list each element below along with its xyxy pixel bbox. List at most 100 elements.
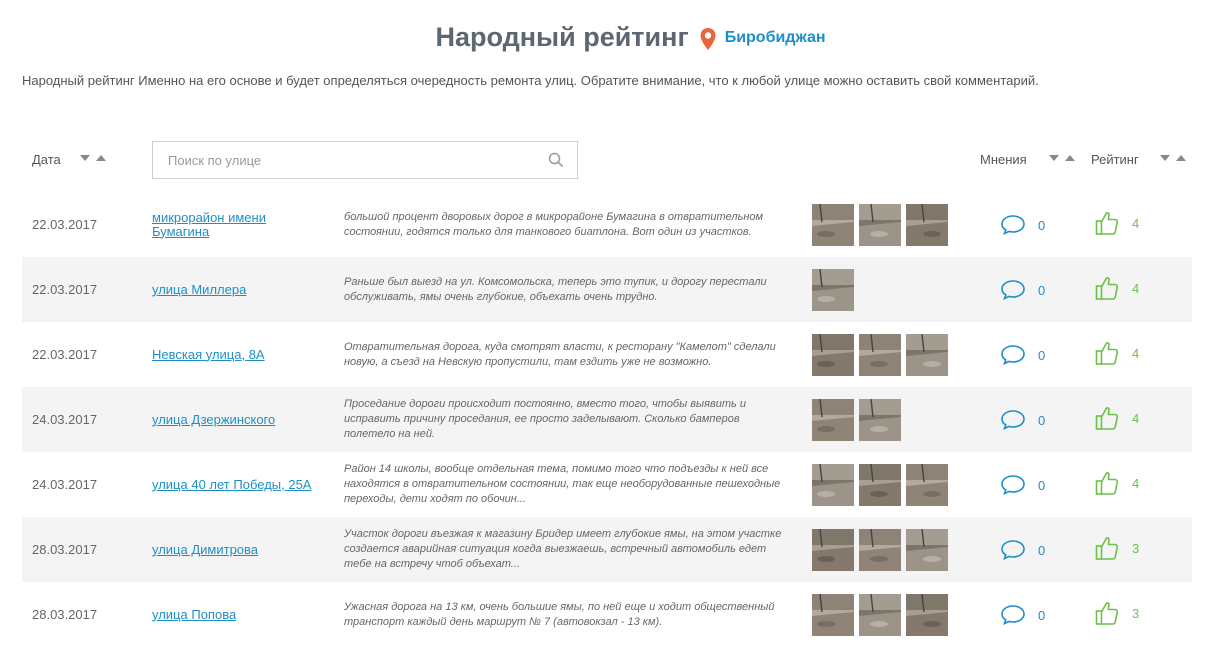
ratings-table: 22.03.2017 микрорайон имени Бумагина больш… bbox=[22, 192, 1192, 647]
rating-counter[interactable]: 3 bbox=[1095, 600, 1139, 626]
row-comment: Участок дороги въезжая к магазину Бридер… bbox=[344, 528, 782, 570]
rating-counter[interactable]: 4 bbox=[1095, 470, 1139, 496]
street-link[interactable]: Невская улица, 8А bbox=[152, 322, 322, 387]
rating-counter[interactable]: 4 bbox=[1095, 210, 1139, 236]
opinions-counter[interactable]: 0 bbox=[1000, 409, 1045, 431]
thumbs-up-icon[interactable] bbox=[1095, 470, 1119, 496]
row-comment: Район 14 школы, вообще отдельная тема, п… bbox=[344, 463, 781, 505]
page-header: Народный рейтинг Биробиджан bbox=[0, 22, 1225, 53]
road-photo-thumbnail[interactable] bbox=[859, 594, 901, 636]
thumbs-up-icon[interactable] bbox=[1095, 405, 1119, 431]
sort-desc-icon[interactable] bbox=[1049, 155, 1059, 161]
road-photo-thumbnail[interactable] bbox=[906, 464, 948, 506]
rating-count: 4 bbox=[1132, 280, 1140, 296]
road-photo-thumbnail[interactable] bbox=[812, 399, 854, 441]
rating-counter[interactable]: 4 bbox=[1095, 340, 1139, 366]
comment-bubble-icon bbox=[1001, 215, 1025, 235]
road-photo-thumbnail[interactable] bbox=[859, 464, 901, 506]
row-photos bbox=[812, 594, 948, 636]
opinions-count: 0 bbox=[1038, 412, 1046, 428]
date-sort-controls bbox=[80, 155, 106, 161]
sort-desc-icon[interactable] bbox=[80, 155, 90, 161]
row-photos bbox=[812, 464, 948, 506]
opinions-count: 0 bbox=[1038, 217, 1046, 233]
search-input[interactable] bbox=[153, 142, 548, 178]
rating-count: 4 bbox=[1132, 410, 1140, 426]
opinions-counter[interactable]: 0 bbox=[1000, 344, 1045, 366]
road-photo-thumbnail[interactable] bbox=[859, 399, 901, 441]
thumbs-up-icon[interactable] bbox=[1095, 535, 1119, 561]
road-photo-thumbnail[interactable] bbox=[812, 204, 854, 246]
opinions-count: 0 bbox=[1038, 607, 1046, 623]
rating-counter[interactable]: 3 bbox=[1095, 535, 1139, 561]
street-link[interactable]: улица 40 лет Победы, 25А bbox=[152, 452, 322, 517]
street-search bbox=[152, 141, 578, 179]
row-comment: Раньше был выезд на ул. Комсомольска, те… bbox=[344, 275, 767, 303]
road-photo-thumbnail[interactable] bbox=[906, 334, 948, 376]
row-date: 24.03.2017 bbox=[32, 412, 98, 427]
road-photo-thumbnail[interactable] bbox=[812, 464, 854, 506]
road-photo-thumbnail[interactable] bbox=[906, 594, 948, 636]
sort-desc-icon[interactable] bbox=[1160, 155, 1170, 161]
row-photos bbox=[812, 529, 948, 571]
table-row: 22.03.2017 микрорайон имени Бумагина больш… bbox=[22, 192, 1192, 257]
opinions-count: 0 bbox=[1038, 347, 1046, 363]
row-date: 22.03.2017 bbox=[32, 347, 98, 362]
thumbs-up-icon[interactable] bbox=[1095, 275, 1119, 301]
table-row: 24.03.2017 улица 40 лет Победы, 25А Район … bbox=[22, 452, 1192, 517]
opinions-counter[interactable]: 0 bbox=[1000, 279, 1045, 301]
rating-count: 3 bbox=[1132, 540, 1140, 556]
opinions-counter[interactable]: 0 bbox=[1000, 539, 1045, 561]
location-pin-icon bbox=[699, 27, 717, 51]
rating-column-label: Рейтинг bbox=[1091, 152, 1139, 167]
road-photo-thumbnail[interactable] bbox=[812, 529, 854, 571]
comment-bubble-icon bbox=[1001, 410, 1025, 430]
road-photo-thumbnail[interactable] bbox=[906, 529, 948, 571]
row-date: 28.03.2017 bbox=[32, 542, 98, 557]
table-toolbar: Дата Мнения Рейтинг bbox=[0, 140, 1225, 180]
street-link[interactable]: микрорайон имени Бумагина bbox=[152, 192, 322, 257]
road-photo-thumbnail[interactable] bbox=[812, 594, 854, 636]
rating-count: 4 bbox=[1132, 475, 1140, 491]
date-column-label: Дата bbox=[32, 152, 61, 167]
comment-bubble-icon bbox=[1001, 345, 1025, 365]
sort-asc-icon[interactable] bbox=[1176, 155, 1186, 161]
opinions-column-label: Мнения bbox=[980, 152, 1027, 167]
thumbs-up-icon[interactable] bbox=[1095, 210, 1119, 236]
rating-counter[interactable]: 4 bbox=[1095, 405, 1139, 431]
opinions-counter[interactable]: 0 bbox=[1000, 604, 1045, 626]
road-photo-thumbnail[interactable] bbox=[812, 334, 854, 376]
sort-asc-icon[interactable] bbox=[1065, 155, 1075, 161]
comment-bubble-icon bbox=[1001, 605, 1025, 625]
row-photos bbox=[812, 334, 948, 376]
opinions-counter[interactable]: 0 bbox=[1000, 214, 1045, 236]
table-row: 24.03.2017 улица Дзержинского Проседание д… bbox=[22, 387, 1192, 452]
row-photos bbox=[812, 204, 948, 246]
road-photo-thumbnail[interactable] bbox=[859, 334, 901, 376]
rating-counter[interactable]: 4 bbox=[1095, 275, 1139, 301]
opinions-counter[interactable]: 0 bbox=[1000, 474, 1045, 496]
search-icon[interactable] bbox=[548, 152, 564, 173]
row-comment: Проседание дороги происходит постоянно, … bbox=[344, 398, 746, 440]
street-link[interactable]: улица Димитрова bbox=[152, 517, 322, 582]
road-photo-thumbnail[interactable] bbox=[859, 204, 901, 246]
street-link[interactable]: улица Миллера bbox=[152, 257, 322, 322]
road-photo-thumbnail[interactable] bbox=[812, 269, 854, 311]
thumbs-up-icon[interactable] bbox=[1095, 340, 1119, 366]
row-date: 22.03.2017 bbox=[32, 282, 98, 297]
opinions-count: 0 bbox=[1038, 477, 1046, 493]
opinions-count: 0 bbox=[1038, 282, 1046, 298]
comment-bubble-icon bbox=[1001, 280, 1025, 300]
road-photo-thumbnail[interactable] bbox=[859, 529, 901, 571]
street-link[interactable]: улица Дзержинского bbox=[152, 387, 322, 452]
road-photo-thumbnail[interactable] bbox=[906, 204, 948, 246]
row-date: 22.03.2017 bbox=[32, 217, 98, 232]
sort-asc-icon[interactable] bbox=[96, 155, 106, 161]
thumbs-up-icon[interactable] bbox=[1095, 600, 1119, 626]
rating-count: 4 bbox=[1132, 345, 1140, 361]
row-photos bbox=[812, 399, 901, 441]
street-link[interactable]: улица Попова bbox=[152, 582, 322, 647]
rating-count: 4 bbox=[1132, 215, 1140, 231]
city-link[interactable]: Биробиджан bbox=[725, 29, 826, 47]
row-date: 24.03.2017 bbox=[32, 477, 98, 492]
